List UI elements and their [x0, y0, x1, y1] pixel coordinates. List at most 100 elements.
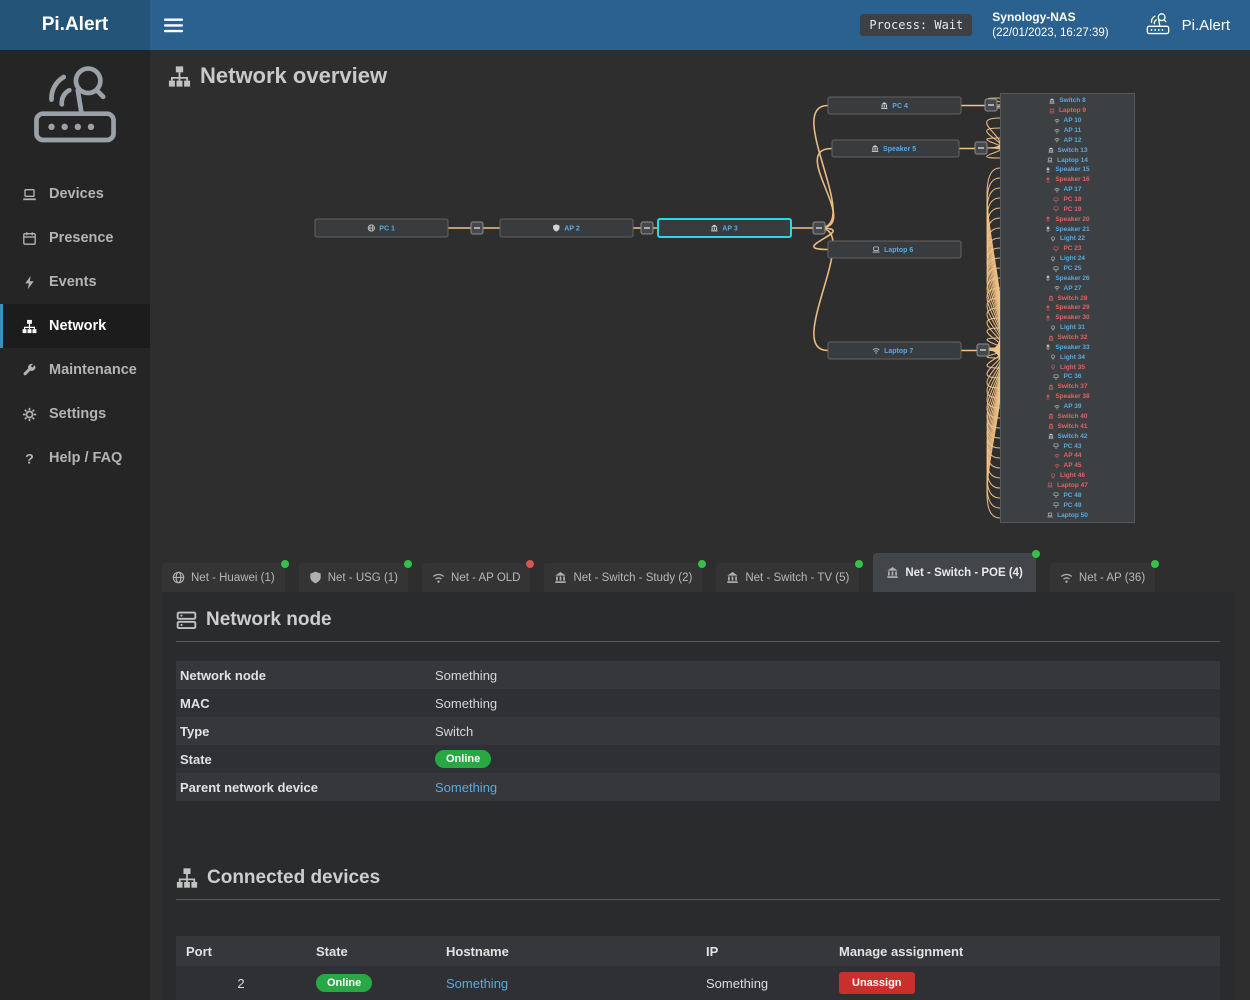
device-item[interactable]: PC 49 — [1001, 500, 1134, 510]
parent-device-link[interactable]: Something — [435, 780, 497, 795]
device-item[interactable]: Speaker 16 — [1001, 175, 1134, 185]
device-item[interactable]: AP 39 — [1001, 402, 1134, 412]
tree-node-laptop-7[interactable]: Laptop 7 — [828, 342, 961, 359]
tab-net-switch-poe-4[interactable]: Net - Switch - POE (4) — [873, 553, 1036, 592]
device-item[interactable]: Light 31 — [1001, 323, 1134, 333]
state-cell: Online — [306, 974, 436, 992]
device-item[interactable]: Speaker 30 — [1001, 313, 1134, 323]
device-item[interactable]: AP 44 — [1001, 451, 1134, 461]
device-item[interactable]: PC 36 — [1001, 372, 1134, 382]
connected-device-row: 2OnlineSomethingSomethingUnassign — [176, 966, 1220, 1000]
device-item[interactable]: Switch 32 — [1001, 333, 1134, 343]
wifi-icon — [1054, 404, 1060, 410]
device-item[interactable]: Speaker 21 — [1001, 224, 1134, 234]
brand-logo[interactable]: Pi.Alert — [0, 0, 150, 50]
device-item[interactable]: AP 10 — [1001, 116, 1134, 126]
device-name: PC 25 — [1063, 265, 1081, 272]
device-item[interactable]: Switch 42 — [1001, 431, 1134, 441]
device-item[interactable]: Laptop 9 — [1001, 106, 1134, 116]
device-item[interactable]: PC 48 — [1001, 490, 1134, 500]
tab-label: Net - Switch - POE (4) — [905, 567, 1023, 579]
device-name: PC 43 — [1063, 443, 1081, 450]
sidebar-item-presence[interactable]: Presence — [0, 216, 150, 260]
collapse-toggle[interactable] — [641, 222, 653, 234]
hamburger-menu-button[interactable] — [150, 0, 196, 50]
device-item[interactable]: PC 18 — [1001, 195, 1134, 205]
laptop-icon — [1047, 512, 1053, 518]
device-item[interactable]: PC 43 — [1001, 441, 1134, 451]
collapse-toggle[interactable] — [813, 222, 825, 234]
speaker-icon — [1045, 394, 1051, 400]
device-item[interactable]: Speaker 29 — [1001, 303, 1134, 313]
status-dot-green — [281, 560, 289, 568]
device-name: Light 46 — [1060, 472, 1085, 479]
device-item[interactable]: Switch 40 — [1001, 412, 1134, 422]
device-item[interactable]: AP 45 — [1001, 461, 1134, 471]
device-item[interactable]: PC 23 — [1001, 244, 1134, 254]
device-item[interactable]: PC 19 — [1001, 204, 1134, 214]
tree-node-pc-4[interactable]: PC 4 — [828, 97, 961, 114]
device-item[interactable]: Speaker 20 — [1001, 214, 1134, 224]
sidebar-item-devices[interactable]: Devices — [0, 172, 150, 216]
status-dot-green — [855, 560, 863, 568]
device-item[interactable]: Light 46 — [1001, 471, 1134, 481]
sidebar-item-network[interactable]: Network — [0, 304, 150, 348]
device-item[interactable]: Light 34 — [1001, 352, 1134, 362]
svg-text:PC 1: PC 1 — [379, 226, 395, 233]
device-item[interactable]: Laptop 47 — [1001, 481, 1134, 491]
device-item[interactable]: Laptop 14 — [1001, 155, 1134, 165]
device-item[interactable]: Laptop 50 — [1001, 510, 1134, 520]
header-app-link[interactable]: Pi.Alert — [1143, 12, 1230, 38]
tab-net-huawei-1[interactable]: Net - Huawei (1) — [162, 563, 285, 592]
device-name: Speaker 33 — [1055, 344, 1089, 351]
tree-node-pc-1[interactable]: PC 1 — [315, 219, 448, 237]
tree-node-ap-2[interactable]: AP 2 — [500, 219, 633, 237]
bulb-icon — [1050, 473, 1056, 479]
device-item[interactable]: Switch 8 — [1001, 96, 1134, 106]
tab-net-ap-old[interactable]: Net - AP OLD — [422, 563, 530, 592]
collapse-toggle[interactable] — [977, 344, 989, 356]
tree-node-ap-3[interactable]: AP 3 — [658, 219, 791, 237]
network-node-heading: Network node — [176, 609, 1220, 631]
sidebar-item-settings[interactable]: Settings — [0, 392, 150, 436]
tab-net-switch-study-2[interactable]: Net - Switch - Study (2) — [544, 563, 702, 592]
device-item[interactable]: Speaker 26 — [1001, 273, 1134, 283]
collapse-toggle[interactable] — [975, 142, 987, 154]
device-item[interactable]: Switch 13 — [1001, 145, 1134, 155]
sidebar-item-events[interactable]: Events — [0, 260, 150, 304]
port-cell: 2 — [176, 976, 306, 991]
device-item[interactable]: AP 27 — [1001, 283, 1134, 293]
device-name: PC 49 — [1063, 502, 1081, 509]
collapse-toggle[interactable] — [985, 99, 997, 111]
pialert-logo — [0, 50, 150, 160]
sidebar-item-help-faq[interactable]: Help / FAQ — [0, 436, 150, 480]
device-name: Speaker 26 — [1055, 275, 1089, 282]
hostname-link[interactable]: Something — [446, 976, 508, 991]
device-item[interactable]: AP 11 — [1001, 126, 1134, 136]
device-item[interactable]: Speaker 38 — [1001, 392, 1134, 402]
network-diagram: PC 1 AP 2 AP 3 PC 4 Speaker 5 Laptop 6 Laptop … — [150, 83, 1150, 545]
sidebar-item-label: Settings — [49, 406, 106, 422]
device-item[interactable]: AP 17 — [1001, 185, 1134, 195]
unassign-button[interactable]: Unassign — [839, 972, 915, 994]
device-item[interactable]: Switch 41 — [1001, 421, 1134, 431]
device-item[interactable]: Speaker 33 — [1001, 342, 1134, 352]
device-item[interactable]: PC 25 — [1001, 264, 1134, 274]
sidebar-item-maintenance[interactable]: Maintenance — [0, 348, 150, 392]
tab-net-ap-36[interactable]: Net - AP (36) — [1050, 563, 1155, 592]
device-item[interactable]: Light 22 — [1001, 234, 1134, 244]
device-item[interactable]: Switch 28 — [1001, 293, 1134, 303]
tab-net-switch-tv-5[interactable]: Net - Switch - TV (5) — [716, 563, 859, 592]
tab-net-usg-1[interactable]: Net - USG (1) — [299, 563, 408, 592]
device-item[interactable]: Switch 37 — [1001, 382, 1134, 392]
device-item[interactable]: AP 12 — [1001, 135, 1134, 145]
collapse-toggle[interactable] — [471, 222, 483, 234]
question-icon — [22, 451, 37, 466]
globe-icon — [172, 571, 185, 584]
device-item[interactable]: Light 24 — [1001, 254, 1134, 264]
tree-node-speaker-5[interactable]: Speaker 5 — [832, 140, 959, 157]
device-item[interactable]: Light 35 — [1001, 362, 1134, 372]
device-item[interactable]: Speaker 15 — [1001, 165, 1134, 175]
svg-text:AP 3: AP 3 — [722, 226, 738, 233]
tree-node-laptop-6[interactable]: Laptop 6 — [828, 241, 961, 258]
